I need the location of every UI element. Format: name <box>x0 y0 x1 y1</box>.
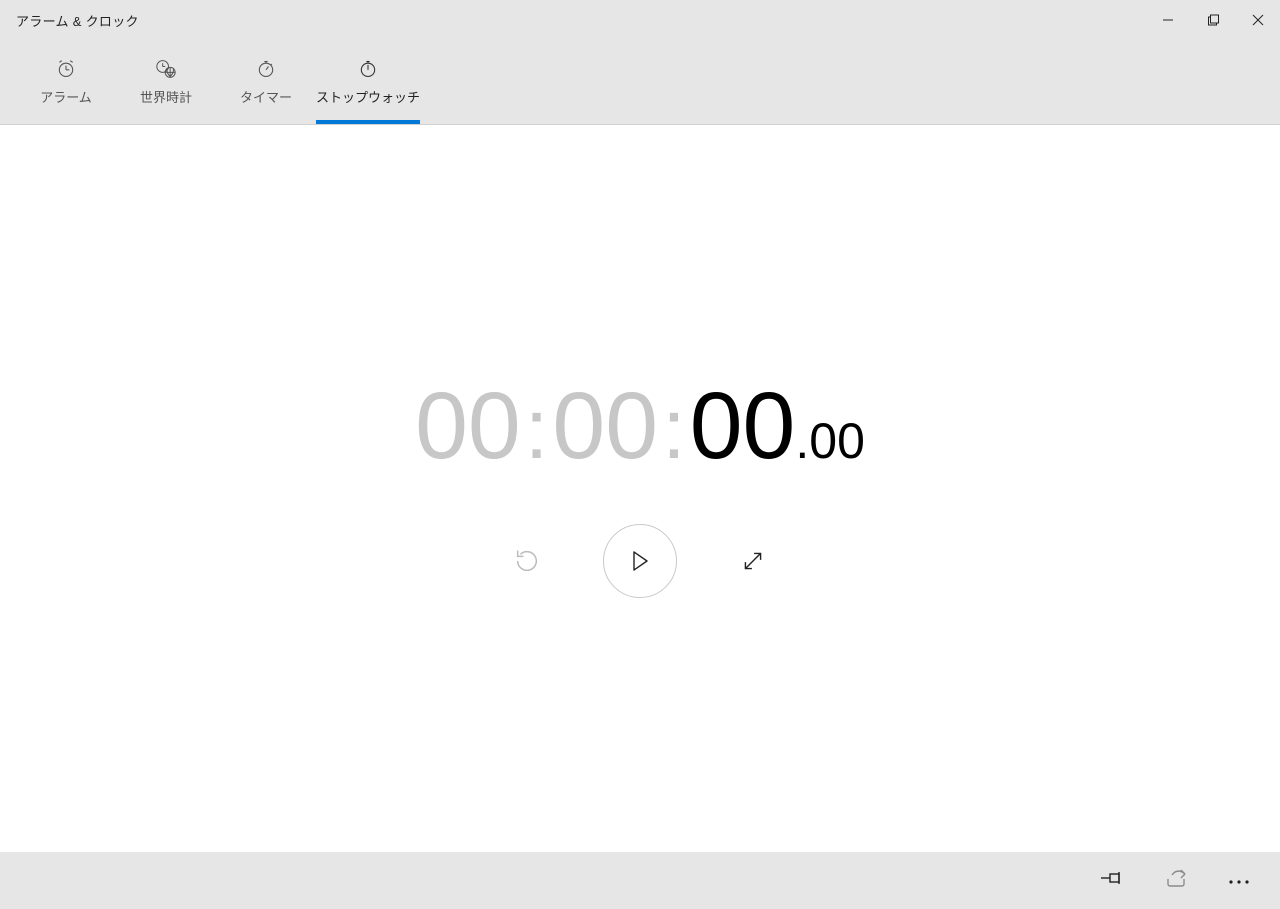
command-bar <box>0 852 1280 909</box>
title-bar: アラーム & クロック <box>0 0 1280 40</box>
reset-button[interactable] <box>511 545 543 577</box>
play-icon <box>630 550 650 572</box>
tab-bar: アラーム 世界時計 タイマー ストップウォッチ <box>0 40 1280 125</box>
alarm-clock-icon <box>56 57 76 81</box>
tab-label: タイマー <box>240 87 292 106</box>
tab-alarm[interactable]: アラーム <box>16 45 116 124</box>
time-display: 00 : 00 : 00 . 00 <box>415 379 865 474</box>
timer-icon <box>256 57 276 81</box>
tab-timer[interactable]: タイマー <box>216 45 316 124</box>
stopwatch-canvas: 00 : 00 : 00 . 00 <box>0 125 1280 852</box>
minutes-value: 00 <box>552 379 658 474</box>
tab-label: アラーム <box>40 87 92 106</box>
minimize-icon <box>1162 14 1174 26</box>
more-button[interactable] <box>1228 872 1250 890</box>
minimize-button[interactable] <box>1145 0 1190 40</box>
tab-stopwatch[interactable]: ストップウォッチ <box>316 45 420 124</box>
expand-button[interactable] <box>737 545 769 577</box>
window-controls <box>1145 0 1280 40</box>
expand-icon <box>740 548 766 574</box>
stopwatch-icon <box>358 57 378 81</box>
stopwatch-controls <box>511 524 769 598</box>
colon-2: : <box>658 387 690 472</box>
hundredths-value: 00 <box>809 412 865 470</box>
tab-world-clock[interactable]: 世界時計 <box>116 45 216 124</box>
globe-clock-icon <box>155 57 177 81</box>
maximize-button[interactable] <box>1190 0 1235 40</box>
app-title: アラーム & クロック <box>16 11 139 30</box>
pin-button[interactable] <box>1100 869 1124 892</box>
play-button[interactable] <box>603 524 677 598</box>
share-button[interactable] <box>1164 868 1188 893</box>
share-icon <box>1164 868 1188 888</box>
reset-icon <box>513 547 541 575</box>
close-button[interactable] <box>1235 0 1280 40</box>
colon-1: : <box>521 387 553 472</box>
hours-value: 00 <box>415 379 521 474</box>
tab-label: 世界時計 <box>140 87 192 106</box>
close-icon <box>1252 14 1264 26</box>
tab-label: ストップウォッチ <box>316 87 420 106</box>
maximize-icon <box>1207 14 1219 26</box>
decimal-dot: . <box>795 412 809 470</box>
seconds-value: 00 <box>690 379 796 474</box>
more-icon <box>1228 879 1250 885</box>
pin-icon <box>1100 869 1124 887</box>
